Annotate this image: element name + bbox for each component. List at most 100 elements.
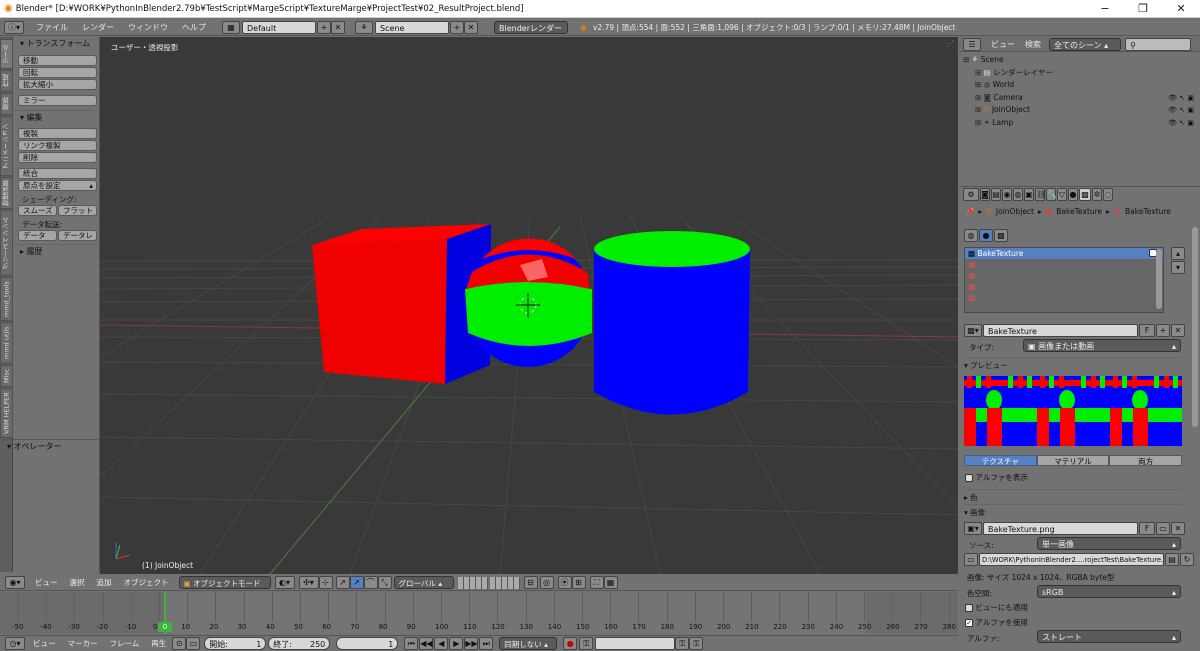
translate-manipulator-icon[interactable]: ↗ [335, 576, 350, 589]
empty-texture-slot[interactable]: ▩ [965, 292, 1163, 303]
outliner-row[interactable]: ⊞ ⚘ Scene [959, 54, 1200, 66]
preview-panel-header[interactable]: ▾ プレビュー [964, 357, 1182, 371]
outliner-row[interactable]: ⊞ ▤ レンダーレイヤー [959, 67, 1200, 79]
current-frame-field[interactable]: 1 [336, 636, 399, 650]
tab-create[interactable]: 作成 [0, 70, 13, 92]
view-as-render-checkbox[interactable] [965, 604, 973, 612]
tab-grease-pencil[interactable]: グリースペンシル [0, 210, 13, 276]
image-fake-user-button[interactable]: F [1139, 522, 1155, 535]
viewport-menu-view[interactable]: ビュー [35, 577, 58, 588]
rotate-manipulator-icon[interactable]: ↗ [349, 576, 364, 589]
texture-fake-user-button[interactable]: F [1139, 324, 1155, 337]
scale-button[interactable]: 拡大縮小 [18, 79, 97, 90]
scene-tab-icon[interactable]: ◉ [1002, 188, 1012, 201]
properties-editor-icon[interactable]: ⚙ [963, 188, 979, 201]
outliner-filter-dropdown[interactable]: 全てのシーン ▴ [1049, 37, 1121, 51]
join-button[interactable]: 統合 [18, 168, 97, 179]
outliner-row[interactable]: ⊞ ✦ Lamp 👁 ↖ ▣ [959, 117, 1200, 129]
scene-icon[interactable]: ⚘ [355, 20, 373, 34]
render-preview-icon[interactable]: ⛶ [589, 576, 604, 589]
outliner-search-input[interactable]: ⚲ [1125, 37, 1191, 51]
layer-buttons-icon[interactable] [489, 576, 520, 589]
editor-type-icon[interactable]: ⓘ▾ [4, 20, 24, 34]
menu-window[interactable]: ウィンドウ [128, 22, 168, 33]
screen-layout-field[interactable]: Default [242, 20, 316, 34]
material-texture-icon[interactable]: ● [979, 229, 993, 242]
timeline-menu-playback[interactable]: 再生 [151, 638, 166, 649]
transform-panel-header[interactable]: ▾ トランスフォーム [14, 37, 99, 50]
scale-manipulator-icon[interactable]: ⌒ [363, 576, 378, 589]
tab-misc[interactable]: Misc [0, 365, 13, 387]
texture-type-dropdown[interactable]: ▣ 画像または動画 ▴ [1023, 339, 1181, 352]
menu-file[interactable]: ファイル [36, 22, 68, 33]
edit-panel-header[interactable]: ▾ 編集 [14, 111, 99, 124]
tab-animation[interactable]: アニメーション [0, 116, 13, 176]
reload-image-icon[interactable]: ↻ [1180, 553, 1194, 566]
record-keyframe-icon[interactable]: ● [563, 636, 578, 650]
shade-flat-button[interactable]: フラット [58, 205, 97, 216]
viewport-menu-add[interactable]: 追加 [97, 577, 112, 588]
empty-texture-slot[interactable]: ▩ [965, 259, 1163, 270]
outliner-menu-view[interactable]: ビュー [991, 39, 1015, 50]
insert-keyframe-icon[interactable]: ⚿ [675, 636, 690, 650]
add-layout-button[interactable]: + [317, 20, 331, 34]
operator-panel-header[interactable]: ▾ オペレーター [1, 439, 100, 453]
outliner-editor-icon[interactable]: ☰ [963, 37, 981, 51]
constraints-tab-icon[interactable]: ⛓ [1035, 188, 1046, 201]
jump-end-icon[interactable]: ⏭ [479, 636, 494, 650]
object-tab-icon[interactable]: ▣ [1024, 188, 1034, 201]
snap-toggle-icon[interactable]: ⦿ [557, 576, 572, 589]
tab-vrm-helper[interactable]: VRM HELPER [0, 388, 13, 438]
viewport-editor-icon[interactable]: ◉▾ [5, 576, 25, 589]
texture-tab-icon[interactable]: ▩ [1079, 188, 1091, 201]
viewport-menu-select[interactable]: 選択 [70, 577, 85, 588]
modifiers-tab-icon[interactable]: 🔧 [1046, 188, 1057, 201]
outliner-row[interactable]: ⊞ ▽ JoinObject 👁 ↖ ▣ [959, 104, 1200, 116]
tab-relations[interactable]: 関係 [0, 93, 13, 115]
add-scene-button[interactable]: + [450, 20, 464, 34]
visibility-toggles-icon[interactable]: 👁 ↖ ▣ [1168, 117, 1194, 129]
end-frame-field[interactable]: 終了: 250 [268, 636, 331, 650]
image-browse-icon[interactable]: ▣▾ [964, 522, 982, 535]
menu-render[interactable]: レンダー [82, 22, 114, 33]
remove-scene-button[interactable]: ✕ [464, 20, 478, 34]
close-button[interactable]: ✕ [1162, 0, 1200, 18]
play-reverse-icon[interactable]: ◀ [434, 636, 449, 650]
render-engine-dropdown[interactable]: Blenderレンダー ▴ [494, 20, 568, 46]
tab-physics[interactable]: 物理演算 [0, 177, 13, 209]
outliner-item-name[interactable]: レンダーレイヤー [993, 68, 1053, 77]
remove-layout-button[interactable]: ✕ [331, 20, 345, 34]
outliner-item-name[interactable]: Camera [993, 93, 1022, 102]
expand-toggle-icon[interactable]: ⊞ [975, 105, 984, 114]
outliner-item-name[interactable]: Lamp [992, 118, 1013, 127]
lock-camera-icon[interactable]: ⊟ [523, 576, 538, 589]
image-open-icon[interactable]: ▭ [1156, 522, 1170, 535]
world-tab-icon[interactable]: ◍ [1013, 188, 1023, 201]
particles-tab-icon[interactable]: ✲ [1092, 188, 1102, 201]
use-alpha-row[interactable]: ✓ アルファを使用 [965, 617, 1028, 628]
texture-new-button[interactable]: + [1156, 324, 1170, 337]
colorspace-dropdown[interactable]: sRGB ▴ [1037, 585, 1181, 598]
show-alpha-checkbox[interactable] [965, 474, 973, 482]
pin-icon[interactable]: 📌 [965, 207, 974, 216]
minimize-button[interactable]: − [1086, 0, 1124, 18]
delete-button[interactable]: 削除 [18, 152, 97, 163]
tab-mmd-tools[interactable]: mmd_tools [0, 277, 13, 321]
history-panel-header[interactable]: ▸ 履歴 [14, 245, 99, 258]
tab-mmd-utils[interactable]: mmd utils [0, 322, 13, 364]
empty-texture-slot[interactable]: ▩ [965, 281, 1163, 292]
timeline-menu-marker[interactable]: マーカー [68, 638, 98, 649]
data-tab-icon[interactable]: ▽ [1057, 188, 1067, 201]
expand-toggle-icon[interactable]: ⊞ [975, 80, 984, 89]
texture-slot-selected[interactable]: ▩ BakeTexture [965, 248, 1163, 259]
viewport-corner-grip-icon[interactable]: ⋰ [946, 39, 954, 48]
color-panel-header[interactable]: ▸ 色 [964, 489, 1182, 503]
timeline-editor-icon[interactable]: ◷▾ [5, 636, 25, 650]
timeline-menu-view[interactable]: ビュー [33, 638, 56, 649]
pivot-point-icon[interactable]: ✣▾ [298, 576, 319, 589]
shade-smooth-button[interactable]: スムーズ [18, 205, 57, 216]
viewport-menu-object[interactable]: オブジェクト [124, 577, 169, 588]
rotate-button[interactable]: 回転 [18, 67, 97, 78]
alpha-mode-dropdown[interactable]: ストレート ▴ [1037, 630, 1181, 643]
set-origin-dropdown[interactable]: 原点を設定 ▴ [18, 180, 97, 191]
